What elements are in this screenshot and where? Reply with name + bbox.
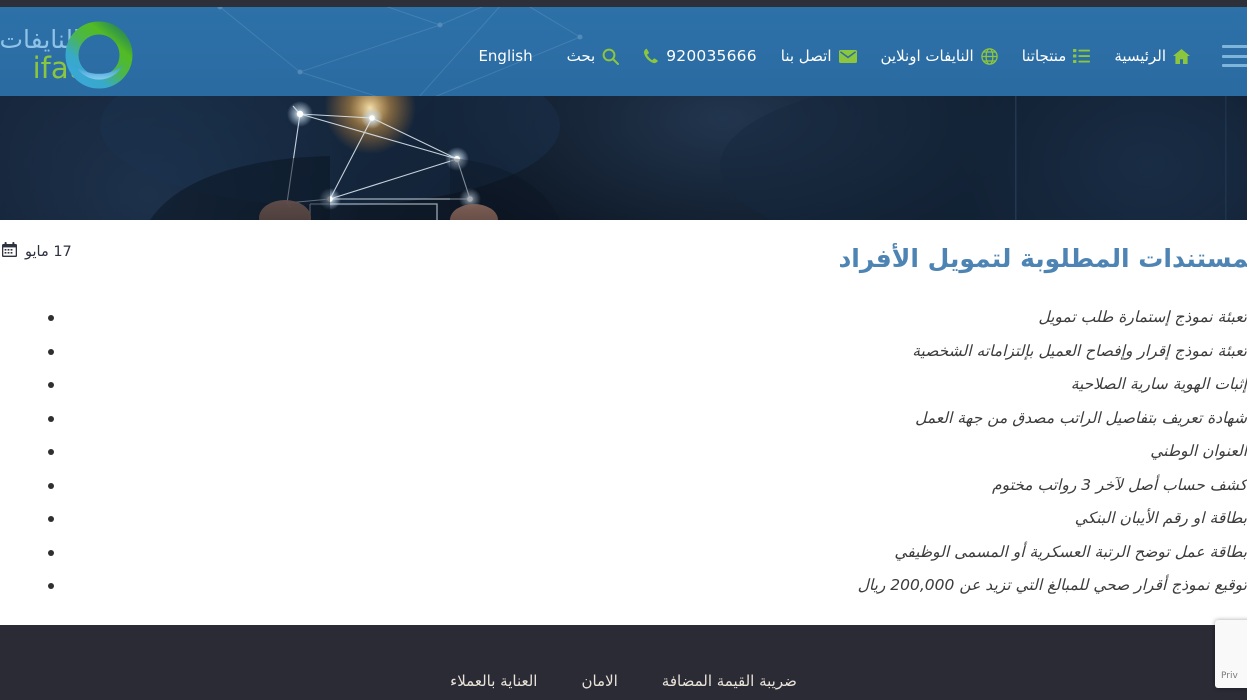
phone-icon (643, 48, 659, 64)
list-item-text: تعبئة نموذج إقرار وإفصاح العميل بإلتزاما… (912, 341, 1247, 360)
list-item: بطاقة او رقم الأيبان البنكي (0, 507, 1247, 530)
footer-navigation: ضريبة القيمة المضافة الامان العناية بالع… (0, 672, 1247, 690)
globe-icon (980, 47, 998, 65)
footer-link-vat[interactable]: ضريبة القيمة المضافة (662, 672, 797, 690)
nav-label-phone: 920035666 (666, 47, 757, 65)
bullet-icon (48, 348, 54, 355)
nav-item-phone[interactable]: 920035666 (643, 45, 757, 67)
site-logo[interactable]: النايفات ifat (0, 16, 160, 94)
nav-item-search[interactable]: بحث (567, 45, 620, 67)
list-item: تعبئة نموذج إقرار وإفصاح العميل بإلتزاما… (0, 340, 1247, 363)
bullet-icon (48, 482, 54, 489)
envelope-icon (838, 49, 857, 63)
logo-wordmark: النايفات ifat (0, 26, 81, 83)
recaptcha-label: Priv (1221, 671, 1238, 681)
calendar-icon (2, 242, 17, 261)
logo-ring-icon (62, 18, 136, 92)
list-item-text: بطاقة او رقم الأيبان البنكي (1074, 509, 1247, 527)
nav-label-products: منتجاتنا (1021, 47, 1067, 65)
hero-network-graphic (100, 96, 1240, 220)
language-toggle[interactable]: English (478, 47, 532, 65)
nav-item-contact[interactable]: اتصل بنا (781, 45, 857, 67)
top-strip (0, 0, 1247, 7)
article-content: 17 مايو المستندات المطلوبة لتمويل الأفرا… (0, 220, 1247, 625)
nav-label-contact: اتصل بنا (780, 47, 832, 65)
hamburger-icon[interactable] (1222, 45, 1247, 67)
page-root: النايفات ifat الرئيسية منتجاتنا النايفات… (0, 0, 1247, 700)
required-documents-list: تعبئة نموذج إستمارة طلب تمويل تعبئة نموذ… (0, 306, 1247, 608)
recaptcha-badge[interactable]: Priv (1215, 620, 1247, 688)
bullet-icon (48, 382, 54, 388)
list-item: توقيع نموذج أقرار صحي للمبالغ التي تزيد … (0, 574, 1247, 597)
list-item-text: إثبات الهوية سارية الصلاحية (1070, 375, 1247, 393)
list-item-text: تعبئة نموذج إستمارة طلب تمويل (1038, 308, 1247, 326)
bullet-icon (48, 315, 54, 321)
hero-banner: / المستندات المطلوبة لتمويل الأفراد (0, 96, 1247, 220)
main-navigation: الرئيسية منتجاتنا النايفات اونلاين اتصل … (478, 45, 1190, 67)
list-icon (1073, 49, 1091, 63)
site-footer: ضريبة القيمة المضافة الامان العناية بالع… (0, 625, 1247, 700)
bullet-icon (48, 449, 54, 455)
nav-label-online: النايفات اونلاين (880, 47, 974, 65)
bullet-icon (48, 549, 54, 556)
list-item: بطاقة عمل توضح الرتبة العسكرية أو المسمى… (0, 541, 1247, 564)
page-title: المستندات المطلوبة لتمويل الأفراد (838, 244, 1247, 273)
footer-link-security[interactable]: الامان (581, 672, 617, 690)
list-item-text: توقيع نموذج أقرار صحي للمبالغ التي تزيد … (857, 576, 1247, 594)
bullet-icon (48, 415, 54, 422)
nav-label-search: بحث (566, 47, 596, 65)
home-icon (1173, 48, 1190, 64)
search-icon (602, 48, 620, 65)
list-item-text: بطاقة عمل توضح الرتبة العسكرية أو المسمى… (894, 542, 1247, 561)
list-item: كشف حساب أصل لآخر 3 رواتب مختوم (0, 474, 1247, 497)
site-header: النايفات ifat الرئيسية منتجاتنا النايفات… (0, 7, 1247, 96)
footer-link-customer-care[interactable]: العناية بالعملاء (450, 672, 537, 690)
list-item: تعبئة نموذج إستمارة طلب تمويل (0, 306, 1247, 329)
list-item: شهادة تعريف بتفاصيل الراتب مصدق من جهة ا… (0, 407, 1247, 430)
nav-item-online[interactable]: النايفات اونلاين (881, 45, 998, 67)
list-item-text: كشف حساب أصل لآخر 3 رواتب مختوم (991, 475, 1247, 494)
list-item-text: شهادة تعريف بتفاصيل الراتب مصدق من جهة ا… (915, 408, 1247, 427)
nav-item-products[interactable]: منتجاتنا (1022, 45, 1091, 67)
list-item: العنوان الوطني (0, 440, 1247, 463)
list-item-text: العنوان الوطني (1150, 442, 1247, 460)
bullet-icon (48, 583, 54, 589)
bullet-icon (48, 516, 54, 522)
nav-item-home[interactable]: الرئيسية (1114, 45, 1190, 67)
list-item: إثبات الهوية سارية الصلاحية (0, 373, 1247, 396)
nav-label-home: الرئيسية (1114, 47, 1166, 65)
